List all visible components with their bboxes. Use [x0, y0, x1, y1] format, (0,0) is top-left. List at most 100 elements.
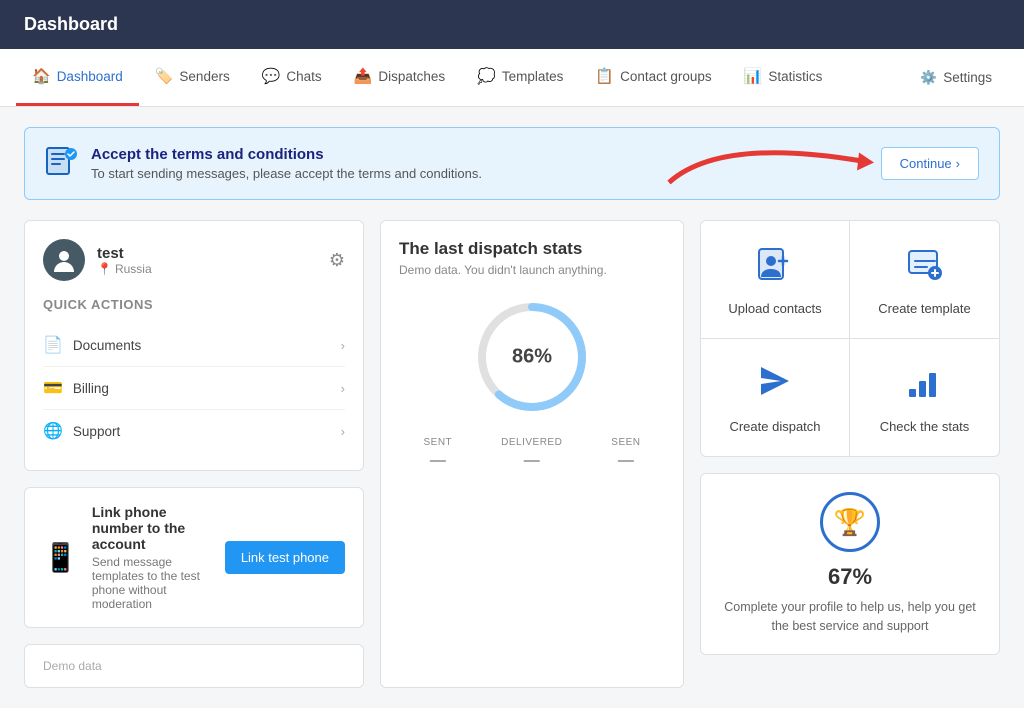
link-test-phone-label: Link test phone — [241, 550, 329, 565]
alert-continue-button[interactable]: Continue › — [881, 147, 979, 180]
action-item-documents[interactable]: 📄 Documents › — [43, 324, 345, 367]
avatar — [43, 239, 85, 281]
action-check-stats[interactable]: Check the stats — [850, 339, 999, 456]
statistics-icon: 📊 — [744, 67, 763, 85]
nav-item-dashboard[interactable]: 🏠 Dashboard — [16, 49, 139, 106]
stat-delivered-value: — — [501, 452, 562, 470]
stat-sent: SENT — — [423, 437, 452, 470]
alert-text: Accept the terms and conditions To start… — [91, 146, 482, 181]
stats-row: SENT — DELIVERED — SEEN — — [399, 437, 665, 470]
location-pin-icon: 📍 — [97, 262, 112, 276]
nav-label-chats: Chats — [286, 69, 321, 84]
nav-item-templates[interactable]: 💭 Templates — [461, 49, 579, 106]
action-item-support[interactable]: 🌐 Support › — [43, 410, 345, 452]
phone-icon: 📱 — [43, 541, 78, 574]
upload-contacts-label: Upload contacts — [728, 301, 821, 316]
templates-icon: 💭 — [477, 67, 496, 85]
dispatch-subtitle: Demo data. You didn't launch anything. — [399, 263, 665, 277]
nav-label-dispatches: Dispatches — [378, 69, 445, 84]
create-dispatch-label: Create dispatch — [729, 419, 820, 434]
chevron-right-icon: › — [341, 338, 345, 353]
link-test-phone-button[interactable]: Link test phone — [225, 541, 345, 574]
dispatch-stats-card: The last dispatch stats Demo data. You d… — [380, 220, 684, 688]
action-grid: Upload contacts Create template — [700, 220, 1000, 457]
alert-arrow — [659, 132, 879, 195]
dispatch-percentage: 86% — [512, 346, 552, 369]
check-stats-icon — [905, 361, 945, 409]
nav-label-contact-groups: Contact groups — [620, 69, 712, 84]
alert-icon — [45, 144, 77, 183]
quick-actions-title: Quick actions — [43, 297, 345, 312]
action-label-documents: Documents — [73, 338, 141, 353]
user-info: test 📍 Russia — [97, 245, 152, 276]
chevron-right-icon-billing: › — [341, 381, 345, 396]
settings-gear-icon: ⚙️ — [920, 70, 937, 86]
contact-groups-icon: 📋 — [595, 67, 614, 85]
nav-label-dashboard: Dashboard — [57, 69, 123, 84]
home-icon: 🏠 — [32, 67, 51, 85]
circle-chart-container: 86% — [399, 297, 665, 417]
nav-item-chats[interactable]: 💬 Chats — [246, 49, 338, 106]
stat-delivered: DELIVERED — — [501, 437, 562, 470]
demo-bar: Demo data — [24, 644, 364, 688]
top-bar: Dashboard — [0, 0, 1024, 49]
user-name: test — [97, 245, 152, 262]
senders-icon: 🏷️ — [155, 67, 174, 85]
alert-description: To start sending messages, please accept… — [91, 166, 482, 181]
link-phone-title: Link phone number to the account — [92, 504, 211, 552]
nav-label-senders: Senders — [179, 69, 229, 84]
documents-icon: 📄 — [43, 335, 63, 355]
user-settings-button[interactable]: ⚙ — [329, 250, 345, 271]
user-card: test 📍 Russia ⚙ Quick actions 📄 Document… — [24, 220, 364, 471]
action-upload-contacts[interactable]: Upload contacts — [701, 221, 850, 339]
upload-contacts-icon — [755, 243, 795, 291]
dispatch-circle-chart: 86% — [472, 297, 592, 417]
navigation: 🏠 Dashboard 🏷️ Senders 💬 Chats 📤 Dispatc… — [0, 49, 1024, 107]
create-dispatch-icon — [755, 361, 795, 409]
link-phone-card: 📱 Link phone number to the account Send … — [24, 487, 364, 628]
nav-item-dispatches[interactable]: 📤 Dispatches — [338, 49, 461, 106]
stat-seen-value: — — [611, 452, 640, 470]
action-create-template[interactable]: Create template — [850, 221, 999, 339]
support-icon: 🌐 — [43, 421, 63, 441]
chevron-right-icon-support: › — [341, 424, 345, 439]
link-phone-description: Send message templates to the test phone… — [92, 555, 211, 611]
nav-item-contact-groups[interactable]: 📋 Contact groups — [579, 49, 727, 106]
nav-settings[interactable]: ⚙️ Settings — [904, 52, 1008, 104]
action-item-billing[interactable]: 💳 Billing › — [43, 367, 345, 410]
billing-icon: 💳 — [43, 378, 63, 398]
stat-delivered-label: DELIVERED — [501, 437, 562, 448]
nav-item-statistics[interactable]: 📊 Statistics — [728, 49, 839, 106]
chats-icon: 💬 — [262, 67, 281, 85]
action-label-support: Support — [73, 424, 120, 439]
alert-title: Accept the terms and conditions — [91, 146, 482, 163]
profile-percentage: 67% — [719, 564, 981, 590]
nav-item-senders[interactable]: 🏷️ Senders — [139, 49, 246, 106]
dispatches-icon: 📤 — [354, 67, 373, 85]
trophy-circle: 🏆 — [820, 492, 880, 552]
user-location: 📍 Russia — [97, 262, 152, 276]
left-column: test 📍 Russia ⚙ Quick actions 📄 Document… — [24, 220, 364, 688]
user-section: test 📍 Russia ⚙ — [43, 239, 345, 281]
action-label-billing: Billing — [73, 381, 109, 396]
create-template-icon — [905, 243, 945, 291]
action-create-dispatch[interactable]: Create dispatch — [701, 339, 850, 456]
alert-continue-icon: › — [956, 156, 960, 171]
link-phone-text: Link phone number to the account Send me… — [92, 504, 211, 611]
profile-completion-card: 🏆 67% Complete your profile to help us, … — [700, 473, 1000, 655]
dashboard-grid: test 📍 Russia ⚙ Quick actions 📄 Document… — [24, 220, 1000, 688]
main-content: Accept the terms and conditions To start… — [0, 107, 1024, 708]
app-title: Dashboard — [24, 14, 118, 34]
stat-sent-label: SENT — [423, 437, 452, 448]
right-column: Upload contacts Create template — [700, 220, 1000, 688]
alert-banner: Accept the terms and conditions To start… — [24, 127, 1000, 200]
nav-label-templates: Templates — [502, 69, 564, 84]
profile-description: Complete your profile to help us, help y… — [719, 598, 981, 636]
stat-seen: SEEN — — [611, 437, 640, 470]
stat-sent-value: — — [423, 452, 452, 470]
stat-seen-label: SEEN — [611, 437, 640, 448]
alert-continue-label: Continue — [900, 156, 952, 171]
nav-settings-label: Settings — [943, 70, 992, 85]
nav-label-statistics: Statistics — [768, 69, 822, 84]
check-stats-label: Check the stats — [880, 419, 970, 434]
